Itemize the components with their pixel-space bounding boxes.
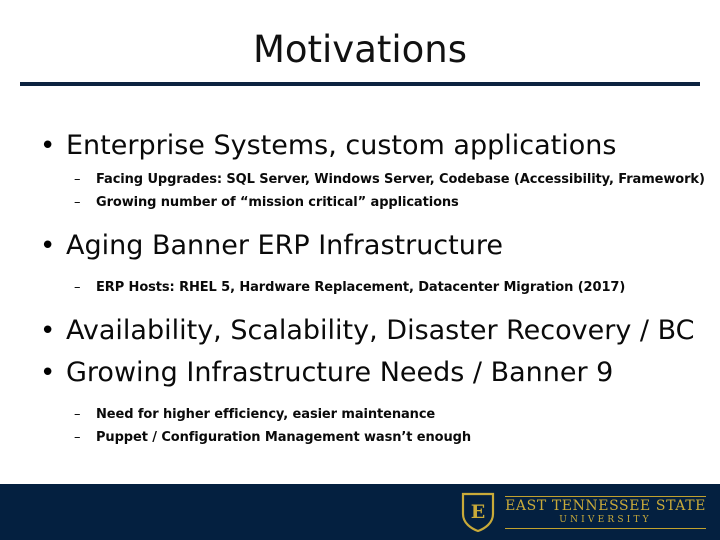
sub-bullet-text: Facing Upgrades: SQL Server, Windows Ser… bbox=[96, 172, 705, 187]
sub-bullet-text: Need for higher efficiency, easier maint… bbox=[96, 407, 436, 422]
bullet-text: Enterprise Systems, custom applications bbox=[66, 130, 617, 161]
bullet-text: Availability, Scalability, Disaster Reco… bbox=[66, 315, 695, 346]
bullet-marker-icon: • bbox=[40, 358, 56, 388]
bullet-item: • Aging Banner ERP Infrastructure bbox=[0, 226, 720, 266]
dash-marker-icon: – bbox=[74, 195, 81, 210]
etsu-logo: E EAST TENNESSEE STATE UNIVERSITY bbox=[460, 490, 706, 534]
footer-band: E EAST TENNESSEE STATE UNIVERSITY bbox=[0, 484, 720, 540]
bullet-item: • Growing Infrastructure Needs / Banner … bbox=[0, 353, 720, 393]
dash-marker-icon: – bbox=[74, 407, 81, 422]
bullet-marker-icon: • bbox=[40, 231, 56, 261]
logo-wordmark: EAST TENNESSEE STATE UNIVERSITY bbox=[505, 495, 706, 529]
slide: Motivations • Enterprise Systems, custom… bbox=[0, 0, 720, 540]
page-title: Motivations bbox=[252, 28, 468, 71]
sub-bullet-item: – Puppet / Configuration Management wasn… bbox=[0, 426, 720, 449]
sub-bullet-item: – Need for higher efficiency, easier mai… bbox=[0, 403, 720, 426]
bullet-item: • Availability, Scalability, Disaster Re… bbox=[0, 311, 720, 351]
title-area: Motivations bbox=[0, 28, 720, 72]
bullet-marker-icon: • bbox=[40, 316, 56, 346]
bullet-text: Growing Infrastructure Needs / Banner 9 bbox=[66, 357, 614, 388]
slide-body: • Enterprise Systems, custom application… bbox=[0, 126, 720, 449]
sub-bullet-text: Puppet / Configuration Management wasn’t… bbox=[96, 430, 471, 445]
dash-marker-icon: – bbox=[74, 172, 81, 187]
sub-bullet-text: ERP Hosts: RHEL 5, Hardware Replacement,… bbox=[96, 280, 626, 295]
dash-marker-icon: – bbox=[74, 430, 81, 445]
sub-bullet-item: – Growing number of “mission critical” a… bbox=[0, 191, 720, 214]
bullet-item: • Enterprise Systems, custom application… bbox=[0, 126, 720, 166]
wordmark-line-1: EAST TENNESSEE STATE bbox=[505, 497, 706, 514]
bullet-marker-icon: • bbox=[40, 131, 56, 161]
bullet-text: Aging Banner ERP Infrastructure bbox=[66, 230, 503, 261]
wordmark-rule-bottom bbox=[505, 527, 706, 529]
wordmark-line-2: UNIVERSITY bbox=[559, 514, 652, 525]
dash-marker-icon: – bbox=[74, 280, 81, 295]
sub-bullet-text: Growing number of “mission critical” app… bbox=[96, 195, 459, 210]
sub-bullet-item: – ERP Hosts: RHEL 5, Hardware Replacemen… bbox=[0, 276, 720, 299]
sub-bullet-item: – Facing Upgrades: SQL Server, Windows S… bbox=[0, 168, 720, 191]
shield-icon: E bbox=[460, 491, 496, 533]
title-divider bbox=[20, 82, 700, 86]
shield-letter: E bbox=[471, 501, 485, 523]
